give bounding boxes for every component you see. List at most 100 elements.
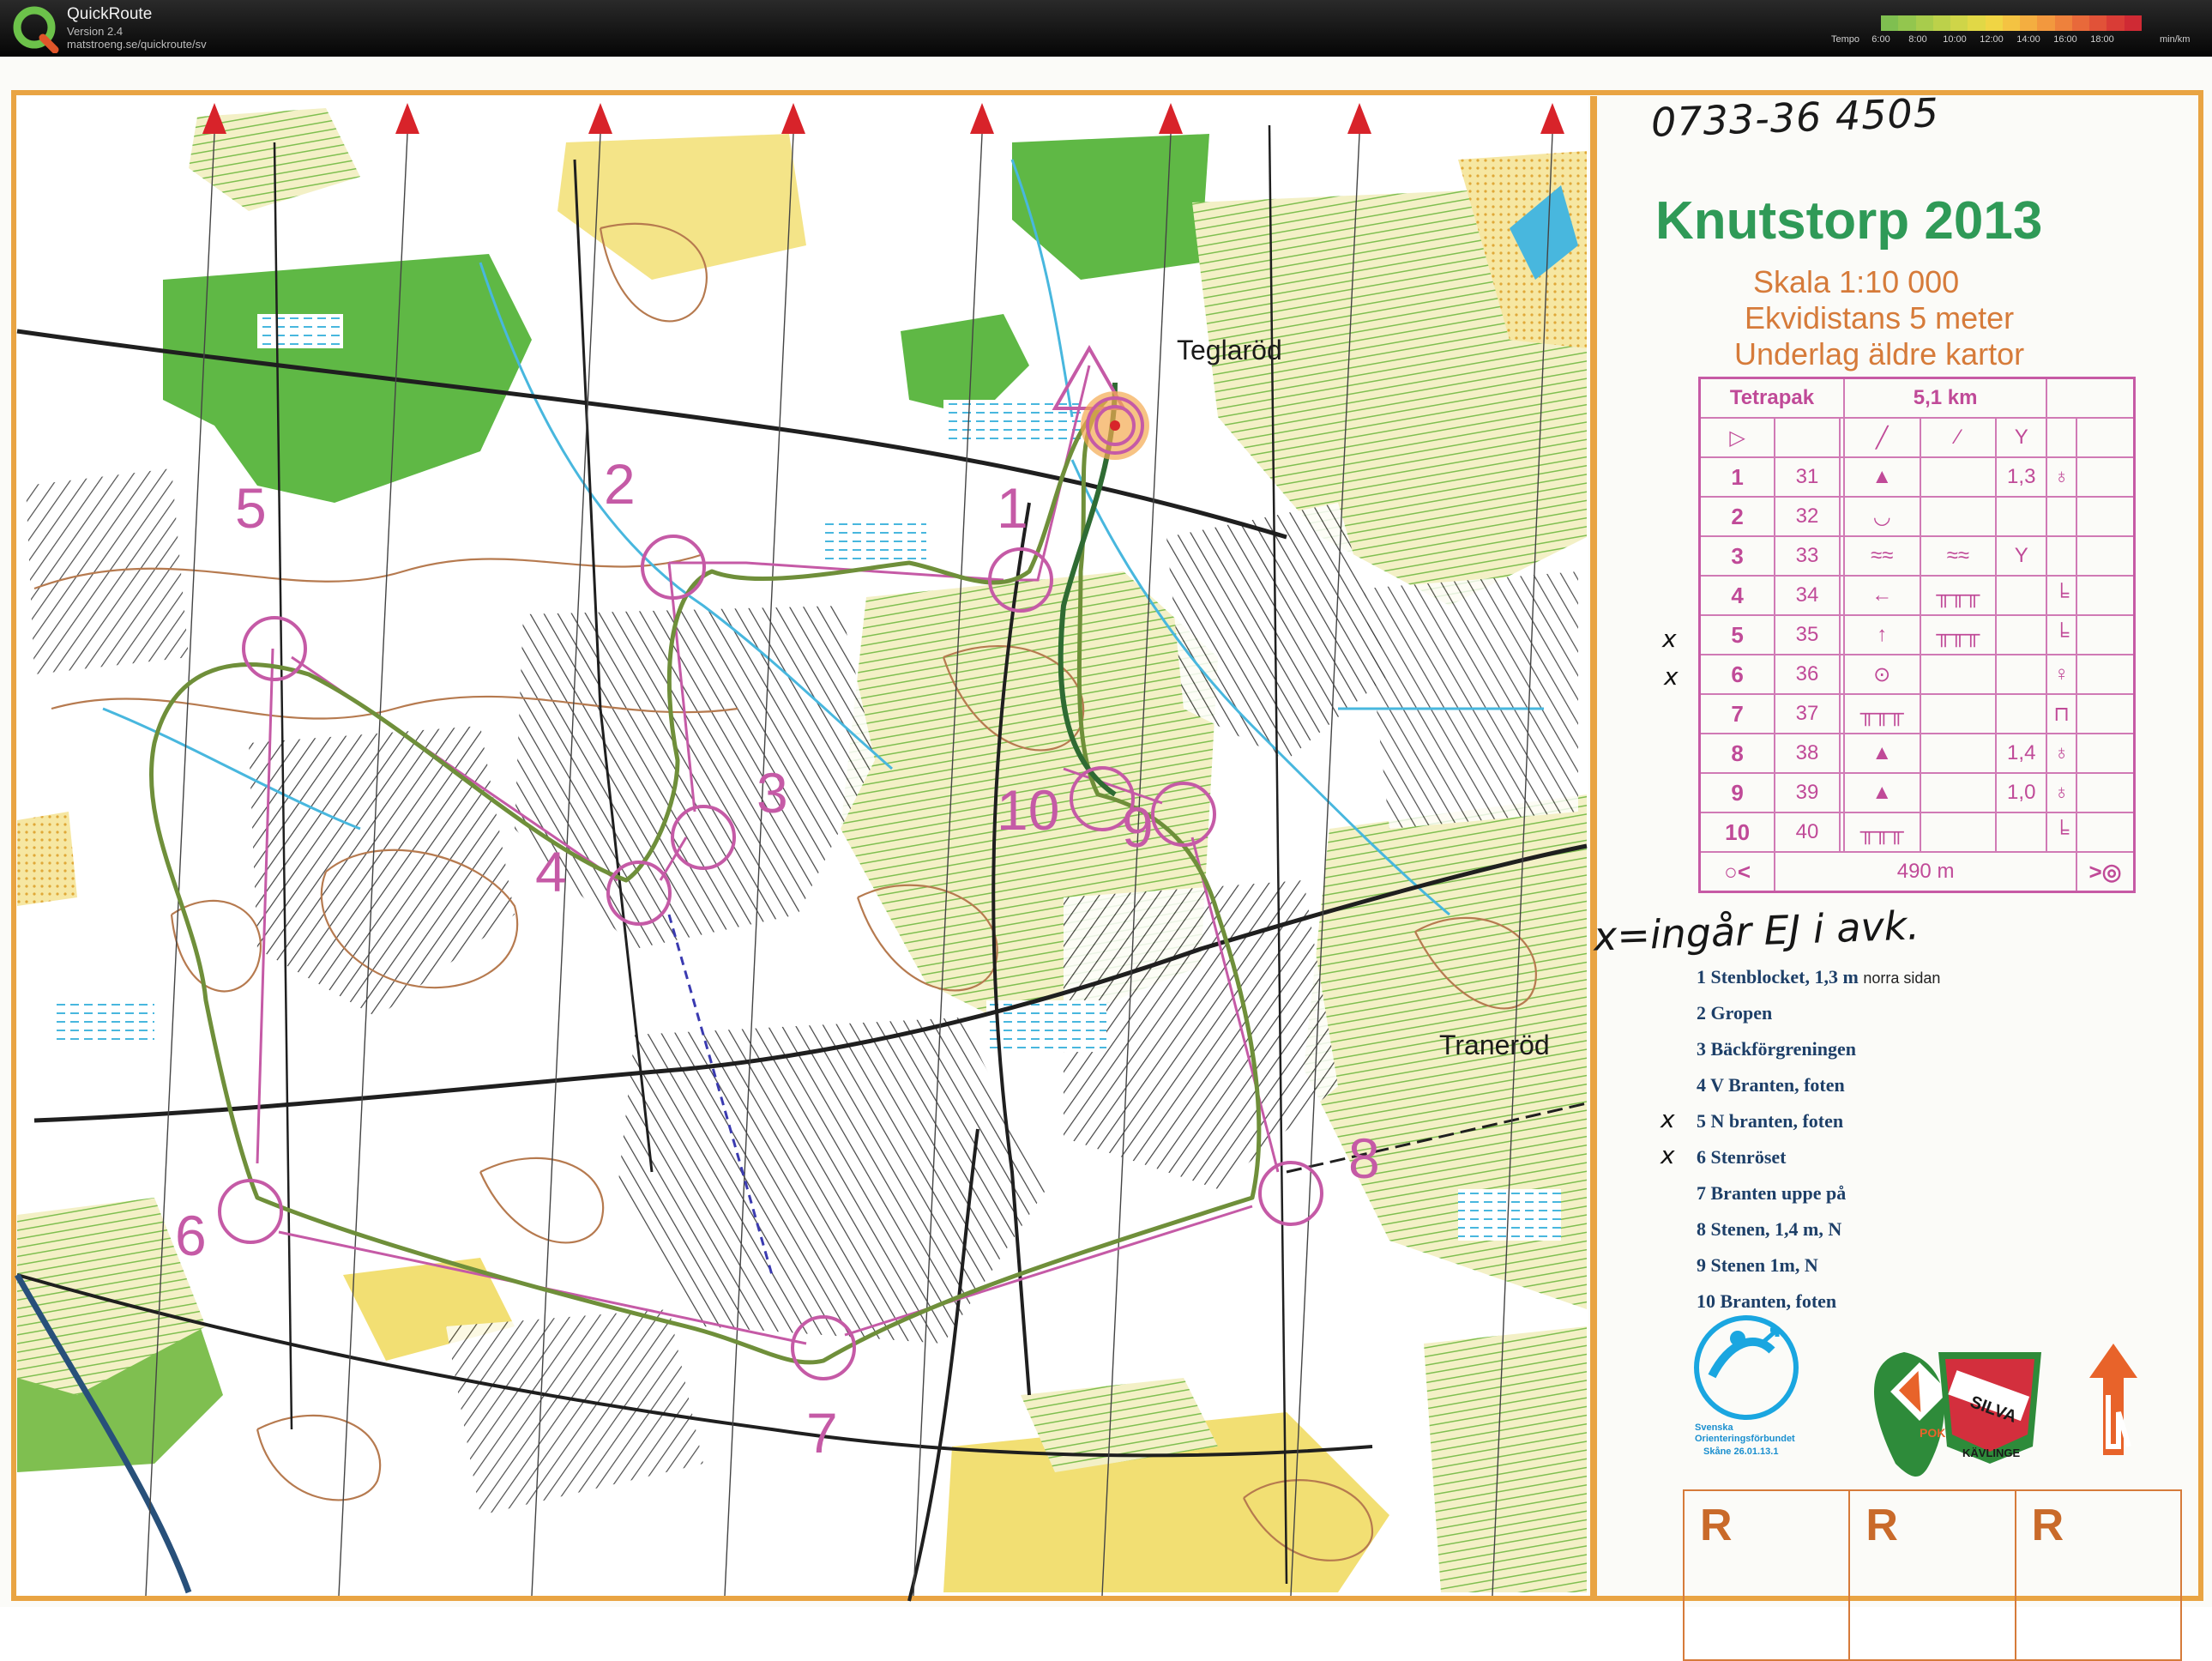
control-code: 39 xyxy=(1774,772,1841,813)
table-cell xyxy=(2075,535,2136,577)
finish-symbol: ○< xyxy=(1698,851,1776,893)
control-number-7: 7 xyxy=(806,1401,838,1465)
contour-interval: Ekvidistans 5 meter xyxy=(1745,300,2015,335)
finish-distance: 490 m xyxy=(1774,851,2077,893)
tempo-swatch xyxy=(2020,15,2038,31)
dimension-cell: 1,3 xyxy=(1995,456,2048,498)
table-row: 7 37 ╥╥╥ ⊓ xyxy=(1698,693,2136,734)
location-cell xyxy=(2046,496,2077,537)
r-boxes: R R R xyxy=(1683,1489,2182,1661)
appearance-cell xyxy=(1919,456,1998,498)
control-seq: 2 xyxy=(1698,496,1776,537)
tempo-swatch xyxy=(1898,15,1916,31)
control-code: 37 xyxy=(1774,693,1841,734)
dimension-cell: 1,4 xyxy=(1995,733,2048,774)
location-cell: ╘ xyxy=(2046,812,2077,853)
tempo-swatch xyxy=(1932,15,1951,31)
feature-cell: ↑ xyxy=(1842,614,1921,655)
feature-cell: ▲ xyxy=(1842,733,1921,774)
tempo-unit: min/km xyxy=(2160,34,2191,45)
control-code: 32 xyxy=(1774,496,1841,537)
table-row: 1 31 ▲ 1,3 ♁ xyxy=(1698,456,2136,498)
symbol-cell xyxy=(2075,417,2136,458)
x-mark-6: x xyxy=(1664,662,1679,691)
table-row: 3 33 ≈≈ ≈≈ Y xyxy=(1698,535,2136,577)
table-cell xyxy=(2075,496,2136,537)
base-map-note: Underlag äldre kartor xyxy=(1734,336,2025,371)
tempo-swatch xyxy=(1968,15,1986,31)
symbol-cell: Y xyxy=(1995,417,2048,458)
location-cell xyxy=(2046,535,2077,577)
r-box-3: R xyxy=(2031,1501,2064,1550)
tempo-swatch xyxy=(2054,15,2072,31)
appearance-cell xyxy=(1919,693,1998,734)
quickroute-header: QuickRoute Version 2.4 matstroeng.se/qui… xyxy=(0,0,2212,57)
tempo-tick: 6:00 xyxy=(1871,34,1890,45)
dimension-cell xyxy=(1995,693,2048,734)
table-row: 6 36 ⊙ ♀ xyxy=(1698,654,2136,695)
description-item: 10 Branten, foten xyxy=(1697,1290,1837,1312)
location-cell: ♀ xyxy=(2046,654,2077,695)
symbol-cell xyxy=(2046,417,2077,458)
control-seq: 4 xyxy=(1698,575,1776,616)
table-cell xyxy=(2075,693,2136,734)
pok-logo-text: POK xyxy=(1920,1426,1946,1440)
text-descriptions: 1 Stenblocket, 1,3 m norra sidan 2 Gropen… xyxy=(1697,959,1940,1320)
appearance-cell xyxy=(1919,812,1998,853)
finish-symbol: >◎ xyxy=(2075,851,2136,893)
control-code: 34 xyxy=(1774,575,1841,616)
control-number-1: 1 xyxy=(997,476,1028,540)
control-seq: 6 xyxy=(1698,654,1776,695)
course-name: Tetrapak xyxy=(1698,377,1845,419)
table-cell xyxy=(2075,733,2136,774)
symbol-cell xyxy=(1774,417,1841,458)
location-cell: ╘ xyxy=(2046,614,2077,655)
app-name: QuickRoute xyxy=(67,5,153,23)
control-code: 35 xyxy=(1774,614,1841,655)
description-item: 2 Gropen xyxy=(1697,1002,1773,1024)
dimension-cell xyxy=(1995,654,2048,695)
tempo-tick: 16:00 xyxy=(2053,34,2077,45)
appearance-cell: ╥╥╥ xyxy=(1919,575,1998,616)
sof-logo-icon xyxy=(1694,1315,1799,1420)
description-item: 5 N branten, foten xyxy=(1697,1110,1844,1132)
dimension-cell xyxy=(1995,614,2048,655)
appearance-cell xyxy=(1919,733,1998,774)
table-cell xyxy=(2075,654,2136,695)
control-seq: 10 xyxy=(1698,812,1776,853)
x-mark-5: x xyxy=(1662,625,1677,653)
appearance-cell xyxy=(1919,772,1998,813)
feature-cell: ╥╥╥ xyxy=(1842,693,1921,734)
control-number-8: 8 xyxy=(1348,1126,1380,1190)
tempo-ticks: 6:00 8:00 10:00 12:00 14:00 16:00 18:00 xyxy=(1844,34,2144,46)
control-code: 36 xyxy=(1774,654,1841,695)
tempo-tick: 18:00 xyxy=(2090,34,2114,45)
table-row: 4 34 ← ╥╥╥ ╘ xyxy=(1698,575,2136,616)
symbol-cell: ╱ xyxy=(1842,417,1921,458)
table-cell xyxy=(2075,614,2136,655)
description-item: 3 Bäckförgreningen xyxy=(1697,1038,1856,1060)
map-scale: Skala 1:10 000 xyxy=(1753,264,1960,299)
location-cell: ♁ xyxy=(2046,772,2077,813)
control-seq: 5 xyxy=(1698,614,1776,655)
control-seq: 8 xyxy=(1698,733,1776,774)
app-version: Version 2.4 xyxy=(67,25,124,38)
quickroute-logo-icon xyxy=(13,6,59,53)
control-seq: 7 xyxy=(1698,693,1776,734)
tempo-tick: 8:00 xyxy=(1908,34,1927,45)
symbol-cell: ⁄ xyxy=(1919,417,1998,458)
appearance-cell xyxy=(1919,654,1998,695)
control-code: 33 xyxy=(1774,535,1841,577)
x-mark-desc-6: x xyxy=(1661,1141,1675,1169)
description-item: 9 Stenen 1m, N xyxy=(1697,1254,1818,1276)
table-header-row: Tetrapak 5,1 km xyxy=(1698,377,2136,419)
feature-cell: ▲ xyxy=(1842,456,1921,498)
dimension-cell xyxy=(1995,812,2048,853)
dimension-cell: Y xyxy=(1995,535,2048,577)
table-row: 5 35 ↑ ╥╥╥ ╘ xyxy=(1698,614,2136,655)
table-cell xyxy=(2075,812,2136,853)
app-url[interactable]: matstroeng.se/quickroute/sv xyxy=(67,38,207,51)
pok-club-logo-icon xyxy=(1874,1352,1949,1477)
orienteering-map[interactable]: Teglaröd Traneröd 1 2 3 4 5 6 7 8 9 10 0… xyxy=(0,57,2212,1661)
feature-cell: ≈≈ xyxy=(1842,535,1921,577)
